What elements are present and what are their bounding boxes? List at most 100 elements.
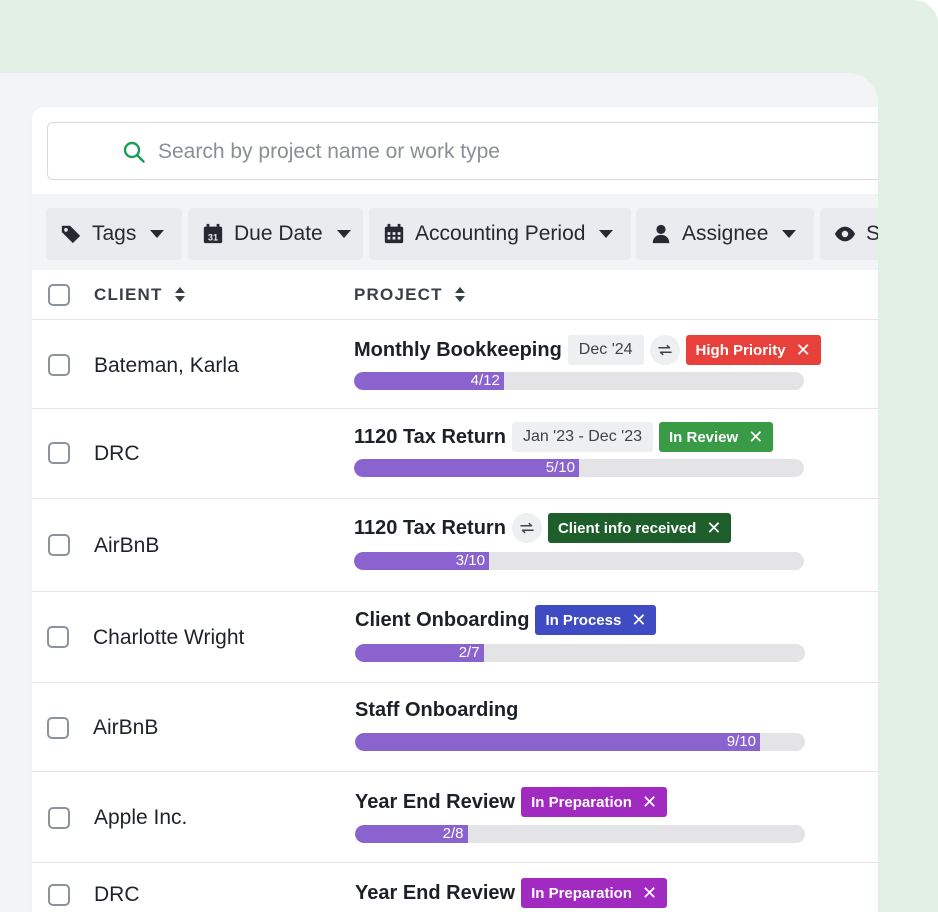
close-icon[interactable]: ✕ — [796, 341, 811, 359]
client-name[interactable]: Apple Inc. — [94, 806, 187, 830]
filter-bar: Tags 31 Due Date Accounting Period Assig… — [32, 194, 878, 270]
calendar-31-icon: 31 — [203, 223, 223, 244]
status-badge[interactable]: High Priority ✕ — [685, 335, 821, 365]
chevron-down-icon — [336, 230, 351, 238]
progress-label: 4/12 — [470, 372, 500, 389]
filter-status[interactable]: S — [820, 208, 878, 260]
status-label: Client info received — [557, 519, 697, 537]
progress-label: 2/8 — [442, 825, 464, 842]
project-name[interactable]: 1120 Tax Return — [354, 426, 506, 449]
column-project[interactable]: PROJECT — [354, 285, 465, 305]
filter-tags[interactable]: Tags — [46, 208, 182, 260]
progress-fill: 2/7 — [355, 644, 484, 662]
filter-due-date[interactable]: 31 Due Date — [188, 208, 363, 260]
search-input[interactable] — [156, 135, 760, 169]
search-bar[interactable] — [47, 122, 878, 180]
progress-label: 2/7 — [458, 644, 480, 661]
row-checkbox[interactable] — [47, 717, 69, 739]
status-badge[interactable]: In Review ✕ — [659, 422, 774, 452]
tag-icon — [61, 225, 81, 244]
row-checkbox[interactable] — [48, 354, 70, 376]
progress-label: 5/10 — [545, 459, 575, 476]
progress-label: 9/10 — [726, 733, 756, 750]
svg-text:31: 31 — [208, 232, 218, 242]
progress-bar: 9/10 — [355, 733, 805, 751]
row-checkbox[interactable] — [47, 626, 69, 648]
progress-fill: 2/8 — [355, 825, 468, 843]
chevron-down-icon — [599, 230, 614, 238]
select-all-checkbox[interactable] — [48, 284, 70, 306]
close-icon[interactable]: ✕ — [642, 884, 657, 902]
recurring-icon — [649, 335, 680, 365]
sort-icon — [174, 287, 185, 303]
column-client[interactable]: CLIENT — [94, 285, 185, 305]
eye-icon — [834, 226, 856, 242]
status-label: In Preparation — [531, 793, 632, 811]
filter-accounting-period[interactable]: Accounting Period — [369, 208, 631, 260]
calendar-grid-icon — [384, 223, 404, 244]
status-label: In Preparation — [531, 884, 632, 902]
column-client-label: CLIENT — [94, 285, 163, 304]
progress-fill: 3/10 — [354, 552, 489, 570]
projects-card: Tags 31 Due Date Accounting Period — [32, 107, 878, 912]
person-icon — [652, 224, 670, 244]
progress-bar: 2/8 — [355, 825, 805, 843]
table-row[interactable]: DRC 1120 Tax Return Jan '23 - Dec '23 In… — [32, 409, 878, 499]
row-checkbox[interactable] — [48, 442, 70, 464]
client-name[interactable]: Bateman, Karla — [94, 354, 239, 378]
table-row[interactable]: AirBnB Staff Onboarding 9/10 — [32, 683, 878, 772]
table-row[interactable]: AirBnB 1120 Tax Return Client info recei… — [32, 499, 878, 592]
recurring-icon — [511, 513, 542, 543]
table-row[interactable]: DRC Year End Review In Preparation ✕ — [32, 863, 878, 912]
period-badge: Jan '23 - Dec '23 — [511, 422, 653, 452]
project-name[interactable]: Staff Onboarding — [355, 699, 518, 722]
progress-bar: 5/10 — [354, 459, 804, 477]
client-name[interactable]: Charlotte Wright — [93, 626, 244, 650]
filter-status-label: S — [866, 222, 878, 245]
project-name[interactable]: Year End Review — [355, 882, 515, 905]
period-badge: Dec '24 — [567, 335, 644, 365]
table-row[interactable]: Charlotte Wright Client Onboarding In Pr… — [32, 592, 878, 683]
table-header: CLIENT PROJECT — [32, 271, 878, 320]
table-row[interactable]: Bateman, Karla Monthly Bookkeeping Dec '… — [32, 320, 878, 409]
filter-assignee[interactable]: Assignee — [636, 208, 814, 260]
client-name[interactable]: AirBnB — [94, 534, 159, 558]
close-icon[interactable]: ✕ — [631, 611, 646, 629]
progress-fill: 5/10 — [354, 459, 579, 477]
client-name[interactable]: DRC — [94, 442, 140, 466]
status-badge[interactable]: In Preparation ✕ — [521, 787, 668, 817]
status-label: In Review — [669, 428, 739, 446]
progress-fill: 9/10 — [355, 733, 760, 751]
status-badge[interactable]: In Preparation ✕ — [521, 878, 668, 908]
close-icon[interactable]: ✕ — [706, 519, 721, 537]
filter-tags-label: Tags — [92, 222, 137, 245]
filter-accounting-period-label: Accounting Period — [415, 222, 586, 245]
filter-assignee-label: Assignee — [682, 222, 769, 245]
project-name[interactable]: Year End Review — [355, 791, 515, 814]
table-row[interactable]: Apple Inc. Year End Review In Preparatio… — [32, 772, 878, 863]
progress-bar: 2/7 — [355, 644, 805, 662]
project-name[interactable]: 1120 Tax Return — [354, 517, 506, 540]
column-project-label: PROJECT — [354, 285, 443, 304]
status-label: High Priority — [695, 341, 786, 359]
sort-icon — [454, 287, 465, 303]
project-name[interactable]: Monthly Bookkeeping — [354, 339, 562, 362]
status-badge[interactable]: Client info received ✕ — [547, 513, 732, 543]
progress-bar: 3/10 — [354, 552, 804, 570]
chevron-down-icon — [150, 230, 165, 238]
row-checkbox[interactable] — [48, 884, 70, 906]
close-icon[interactable]: ✕ — [642, 793, 657, 811]
status-badge[interactable]: In Process ✕ — [535, 605, 657, 635]
progress-bar: 4/12 — [354, 372, 804, 390]
filter-due-date-label: Due Date — [234, 222, 323, 245]
client-name[interactable]: DRC — [94, 883, 140, 907]
close-icon[interactable]: ✕ — [748, 428, 763, 446]
project-name[interactable]: Client Onboarding — [355, 609, 529, 632]
status-label: In Process — [545, 611, 622, 629]
row-checkbox[interactable] — [48, 534, 70, 556]
row-checkbox[interactable] — [48, 807, 70, 829]
progress-label: 3/10 — [455, 552, 485, 569]
search-icon — [123, 141, 145, 163]
client-name[interactable]: AirBnB — [93, 716, 158, 740]
chevron-down-icon — [782, 230, 797, 238]
